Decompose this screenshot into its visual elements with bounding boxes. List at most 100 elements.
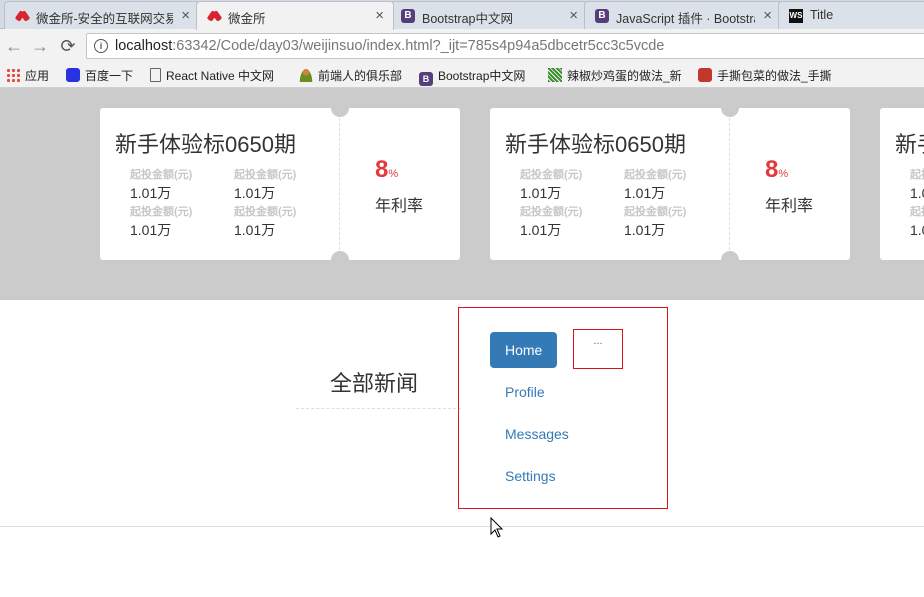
tab-title: JavaScript 插件 · Bootstrap <box>616 12 755 26</box>
bookmark-recipe-2[interactable]: 手撕包菜的做法_手撕 <box>698 67 832 84</box>
weijinsuo-icon <box>207 9 221 23</box>
bootstrap-icon: B <box>419 72 433 86</box>
tab-messages[interactable]: Messages <box>490 416 584 452</box>
section-underline <box>296 408 461 409</box>
field-value: 1.01万 <box>624 222 666 238</box>
rate-unit: % <box>778 168 789 180</box>
forward-button[interactable]: → <box>30 36 50 56</box>
field-label: 起投金额(元) <box>624 206 687 218</box>
reload-button[interactable]: ⟳ <box>58 36 78 56</box>
bookmark-label: 应用 <box>25 69 50 83</box>
section-divider <box>0 526 924 527</box>
card-divider <box>339 118 340 250</box>
card-notch <box>721 99 739 117</box>
bookmark-label: 前端人的俱乐部 <box>318 69 403 83</box>
field-value: 1.01万 <box>234 222 276 238</box>
browser-tab[interactable]: WS Title <box>778 1 924 29</box>
field-value: 1.01万 <box>130 185 172 201</box>
field-label: 起投金额(元) <box>910 206 924 218</box>
bookmark-baidu[interactable]: 百度一下 <box>66 67 133 84</box>
interest-rate: 8% <box>765 156 788 184</box>
tab-home[interactable]: Home <box>490 332 558 368</box>
tab-title: Bootstrap中文网 <box>422 12 514 26</box>
card-title: 新手体验标0650期 <box>895 132 924 157</box>
field-label: 起投金额(元) <box>520 169 583 181</box>
rate-value: 8 <box>375 156 389 183</box>
product-banner: 新手体验标0650期 起投金额(元) 1.01万 起投金额(元) 1.01万 起… <box>0 88 924 300</box>
tab-profile[interactable]: Profile <box>490 374 560 410</box>
rate-unit: % <box>388 168 399 180</box>
bookmark-react-native[interactable]: React Native 中文网 <box>150 67 274 84</box>
browser-tab-strip: 微金所-安全的互联网交易 × 微金所 × B Bootstrap中文网 × B … <box>0 0 924 30</box>
address-bar[interactable]: i localhost:63342/Code/day03/weijinsuo/i… <box>86 33 924 59</box>
bootstrap-icon: B <box>401 9 415 23</box>
product-card[interactable]: 新手体验标0650期 起投金额(元) 1.01万 起投金额(元) 1.01万 <box>880 108 924 260</box>
bookmark-club[interactable]: 前端人的俱乐部 <box>299 67 402 84</box>
bookmark-label: Bootstrap中文网 <box>438 69 526 83</box>
more-tabs-box[interactable]: ... <box>573 329 623 369</box>
field-value: 1.01万 <box>520 185 562 201</box>
url-host: localhost <box>115 38 173 54</box>
recipe-icon <box>548 68 562 82</box>
field-label: 起投金额(元) <box>624 169 687 181</box>
field-value: 1.01万 <box>130 222 172 238</box>
bookmark-label: 百度一下 <box>85 69 134 83</box>
close-icon[interactable]: × <box>375 7 384 24</box>
tab-title: Title <box>810 8 834 22</box>
bookmark-recipe-1[interactable]: 辣椒炒鸡蛋的做法_新 <box>548 67 682 84</box>
tab-settings[interactable]: Settings <box>490 458 571 494</box>
info-icon[interactable]: i <box>94 39 108 53</box>
bookmark-bootstrap[interactable]: B Bootstrap中文网 <box>419 67 525 86</box>
browser-tab[interactable]: B Bootstrap中文网 × <box>390 1 588 29</box>
bootstrap-icon: B <box>595 9 609 23</box>
card-title: 新手体验标0650期 <box>505 132 686 157</box>
interest-rate: 8% <box>375 156 398 184</box>
rate-value: 8 <box>765 156 779 183</box>
back-button[interactable]: ← <box>4 36 24 56</box>
mouse-cursor-icon <box>490 517 504 538</box>
field-label: 起投金额(元) <box>234 169 297 181</box>
field-label: 起投金额(元) <box>130 169 193 181</box>
baidu-icon <box>66 68 80 82</box>
field-label: 起投金额(元) <box>130 206 193 218</box>
card-divider <box>729 118 730 250</box>
news-tabs: Home ... Profile Messages Settings <box>458 307 668 509</box>
card-notch <box>331 99 349 117</box>
bookmark-label: 手撕包菜的做法_手撕 <box>717 69 832 83</box>
browser-tab[interactable]: B JavaScript 插件 · Bootstrap × <box>584 1 782 29</box>
person-icon <box>299 68 313 82</box>
close-icon[interactable]: × <box>181 7 190 24</box>
bookmarks-bar: 应用 百度一下 React Native 中文网 前端人的俱乐部 B Bootst… <box>0 62 924 88</box>
field-value: 1.01万 <box>910 185 924 201</box>
card-notch <box>721 251 739 269</box>
rate-label: 年利率 <box>375 198 424 215</box>
field-value: 1.01万 <box>520 222 562 238</box>
field-value: 1.01万 <box>910 222 924 238</box>
field-value: 1.01万 <box>234 185 276 201</box>
tab-title: 微金所-安全的互联网交易 <box>36 12 173 26</box>
field-label: 起投金额(元) <box>234 206 297 218</box>
close-icon[interactable]: × <box>763 7 772 24</box>
apps-icon <box>6 68 20 82</box>
url-path: :63342/Code/day03/weijinsuo/index.html?_… <box>172 38 665 54</box>
url-text: localhost:63342/Code/day03/weijinsuo/ind… <box>115 38 664 54</box>
section-title: 全部新闻 <box>330 371 419 396</box>
bookmark-label: 辣椒炒鸡蛋的做法_新 <box>567 69 682 83</box>
product-card[interactable]: 新手体验标0650期 起投金额(元) 1.01万 起投金额(元) 1.01万 起… <box>100 99 460 269</box>
bookmark-apps[interactable]: 应用 <box>6 67 49 84</box>
webstorm-icon: WS <box>789 9 803 23</box>
close-icon[interactable]: × <box>569 7 578 24</box>
field-label: 起投金额(元) <box>520 206 583 218</box>
weijinsuo-icon <box>15 9 29 23</box>
card-notch <box>331 251 349 269</box>
product-card[interactable]: 新手体验标0650期 起投金额(元) 1.01万 起投金额(元) 1.01万 起… <box>490 99 850 269</box>
rate-label: 年利率 <box>765 198 814 215</box>
field-label: 起投金额(元) <box>910 169 924 181</box>
bookmark-label: React Native 中文网 <box>166 69 275 83</box>
browser-tab[interactable]: 微金所-安全的互联网交易 × <box>4 1 200 29</box>
page-icon <box>150 68 161 82</box>
recipe-icon <box>698 68 712 82</box>
page-content: 新手体验标0650期 起投金额(元) 1.01万 起投金额(元) 1.01万 起… <box>0 88 924 597</box>
browser-tab-active[interactable]: 微金所 × <box>196 1 394 30</box>
card-title: 新手体验标0650期 <box>115 132 296 157</box>
